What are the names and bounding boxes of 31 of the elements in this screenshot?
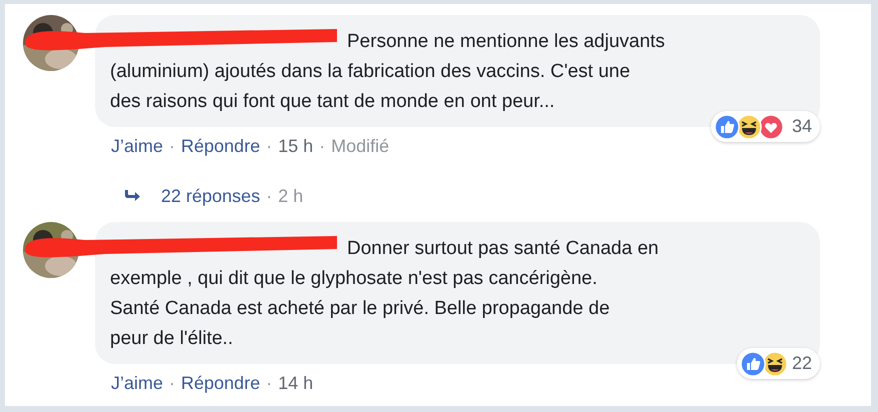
timestamp[interactable]: 15 h <box>278 135 314 157</box>
action-link[interactable]: J’aime <box>111 372 164 394</box>
comment-text-line: Personne ne mentionne les adjuvants <box>347 30 665 54</box>
comment-text-line: peur de l'élite.. <box>110 327 233 351</box>
timestamp[interactable]: 14 h <box>278 372 314 394</box>
separator-dot: · <box>169 372 176 394</box>
comment-text-line: Donner surtout pas santé Canada en <box>347 237 659 261</box>
thumbs-up-icon <box>714 114 740 140</box>
reaction-summary[interactable]: 22 <box>736 348 820 379</box>
timestamp: 2 h <box>278 185 304 207</box>
edited-label: Modifié <box>331 135 390 157</box>
action-link[interactable]: Répondre <box>181 135 260 157</box>
replies-link[interactable]: 22 réponses <box>161 185 260 207</box>
reply-arrow-icon <box>123 189 141 203</box>
laughing-face-icon <box>736 114 762 140</box>
separator-dot: · <box>266 372 272 394</box>
comment-text-line: Santé Canada est acheté par le privé. Belle propagande de <box>110 297 610 321</box>
action-link[interactable]: J’aime <box>111 135 164 157</box>
separator-dot: · <box>169 135 176 157</box>
action-link[interactable]: Répondre <box>181 372 260 394</box>
laughing-face-icon <box>762 350 788 376</box>
comment-text-line: des raisons qui font que tant de monde en ont peur... <box>110 90 555 114</box>
reaction-summary[interactable]: 34 <box>710 111 820 142</box>
thumbs-up-icon <box>740 350 766 376</box>
comment-text-line: (aluminium) ajoutés dans la fabrication des vaccins. C'est une <box>110 60 630 84</box>
separator-dot: · <box>266 135 272 157</box>
separator-dot: · <box>319 135 326 157</box>
comment-text-line: exemple , qui dit que le glyphosate n'est pas cancérigène. <box>110 267 598 291</box>
reaction-count: 34 <box>792 115 812 138</box>
reaction-count: 22 <box>792 352 812 375</box>
separator-dot: · <box>266 185 272 207</box>
